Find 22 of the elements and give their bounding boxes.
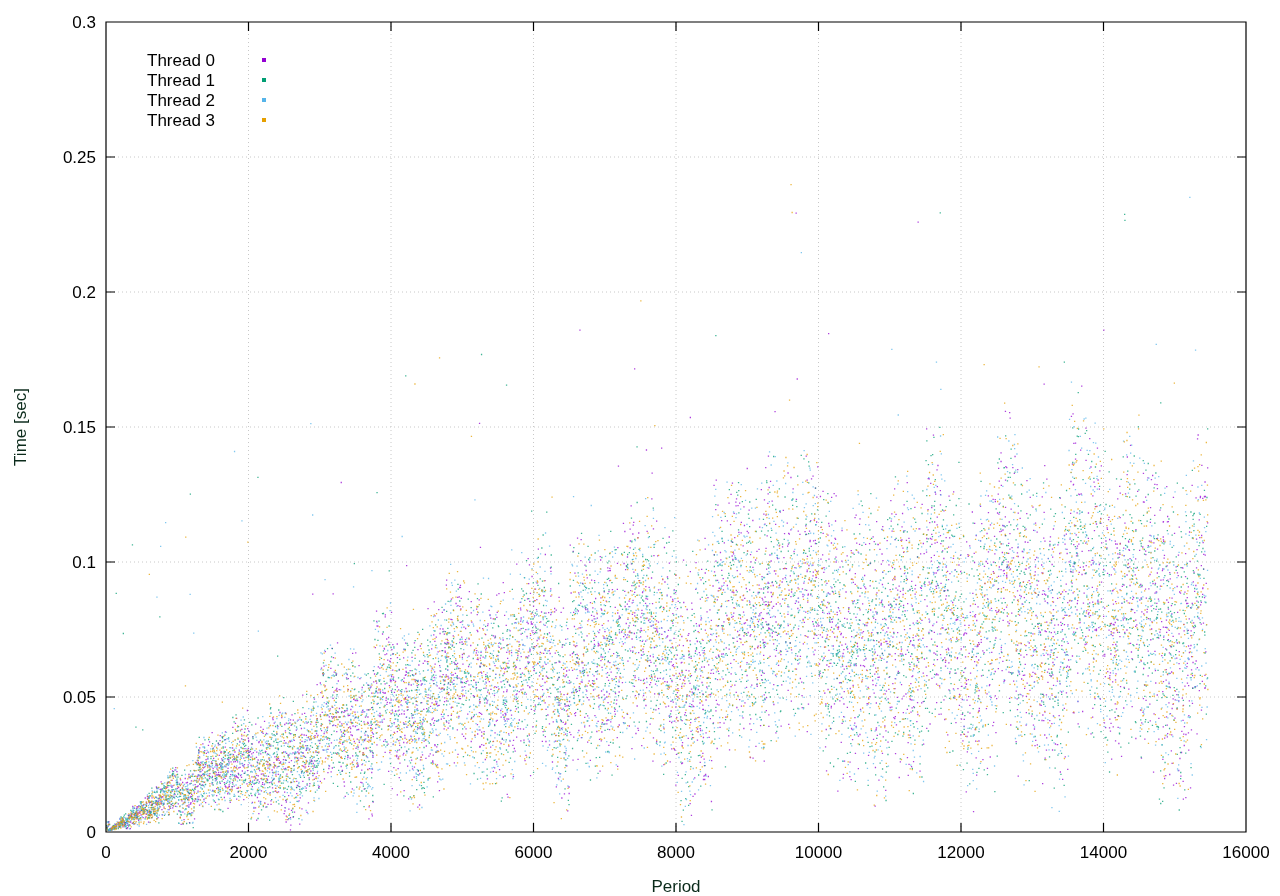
y-tick-label: 0.25 xyxy=(62,148,96,167)
legend-label: Thread 1 xyxy=(147,71,216,90)
y-tick-label: 0.15 xyxy=(62,418,96,437)
x-tick-label: 4000 xyxy=(372,843,410,862)
y-axis-title: Time [sec] xyxy=(11,388,30,466)
legend-label: Thread 0 xyxy=(147,51,216,70)
y-tick-label: 0.3 xyxy=(72,13,96,32)
x-tick-label: 8000 xyxy=(657,843,695,862)
y-tick-label: 0 xyxy=(86,823,96,842)
x-tick-label: 6000 xyxy=(514,843,553,862)
x-tick-label: 14000 xyxy=(1079,843,1128,862)
y-tick-label: 0.2 xyxy=(72,283,96,302)
y-tick-label: 0.05 xyxy=(62,688,96,707)
legend-label: Thread 3 xyxy=(147,111,216,130)
x-tick-label: 16000 xyxy=(1222,843,1270,862)
x-tick-label: 10000 xyxy=(794,843,843,862)
x-axis-title: Period xyxy=(651,877,701,896)
y-tick-label: 0.1 xyxy=(72,553,96,572)
x-tick-label: 12000 xyxy=(937,843,985,862)
legend-label: Thread 2 xyxy=(147,91,216,110)
x-tick-label: 0 xyxy=(101,843,111,862)
x-tick-label: 2000 xyxy=(229,843,268,862)
